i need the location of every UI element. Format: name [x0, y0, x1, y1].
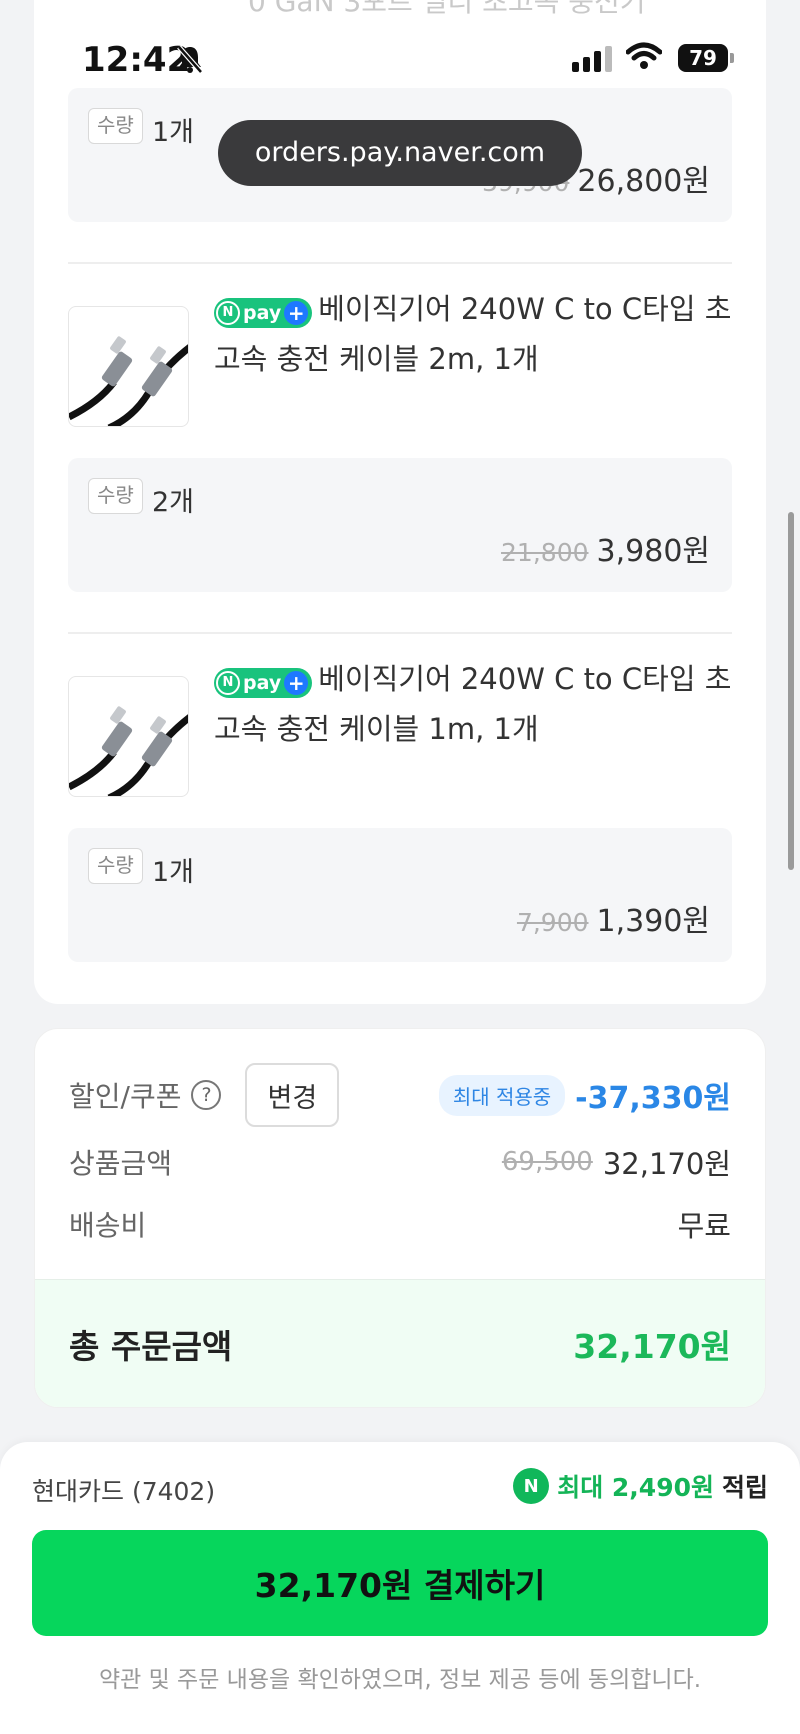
quantity-label: 수량 [88, 478, 143, 514]
points-value: 2,490원 [611, 1473, 714, 1502]
cable-image-icon [69, 336, 188, 426]
shipping-row: 배송비 무료 [69, 1203, 731, 1245]
sale-price: 26,800원 [577, 164, 710, 199]
discount-row: 할인/쿠폰 ? 변경 최대 적용중 -37,330원 [69, 1063, 731, 1127]
screen: 0 GaN 3포트 멀티 초고속 충전기 수량 1개 39,900 26,800… [0, 0, 800, 1734]
points-prefix: 최대 [557, 1473, 612, 1502]
price-line: 21,800 3,980원 [501, 526, 710, 570]
sale-price: 3,980원 [596, 534, 710, 569]
sale-price: 1,390원 [596, 904, 710, 939]
question-mark-icon[interactable]: ? [191, 1080, 222, 1110]
n-icon: N [216, 301, 240, 325]
order-summary-card: 할인/쿠폰 ? 변경 최대 적용중 -37,330원 상품금액 69,500 3… [34, 1028, 766, 1408]
pay-button[interactable]: 32,170원 결제하기 [32, 1530, 768, 1636]
item-title[interactable]: 0 GaN 3포트 멀티 초고속 충전기 [248, 0, 646, 20]
price-line: 7,900 1,390원 [517, 896, 710, 940]
original-price: 7,900 [516, 908, 589, 937]
item-thumbnail[interactable] [68, 306, 189, 427]
quantity-box: 수량 2개 21,800 3,980원 [68, 458, 732, 592]
total-area: 총 주문금액 32,170원 [35, 1279, 765, 1407]
npay-plus-badge: N pay + [214, 298, 313, 328]
npay-badge-label: pay [243, 672, 282, 694]
quantity-label: 수량 [88, 848, 143, 884]
item-thumbnail[interactable] [68, 676, 189, 797]
plus-icon: + [284, 671, 309, 695]
url-pill[interactable]: orders.pay.naver.com [218, 120, 582, 186]
product-amount-values: 69,500 32,170원 [502, 1141, 731, 1183]
shipping-value: 무료 [677, 1209, 731, 1243]
plus-icon: + [284, 301, 309, 325]
divider [68, 632, 732, 634]
points-suffix: 적립 [721, 1473, 768, 1502]
points-amount: 최대 2,490원 [557, 1468, 714, 1504]
payment-card-name[interactable]: 현대카드 (7402) [32, 1472, 215, 1508]
change-coupon-button[interactable]: 변경 [245, 1063, 340, 1127]
total-value: 32,170원 [573, 1327, 731, 1366]
bell-slash-icon [177, 45, 203, 74]
quantity-label: 수량 [88, 108, 143, 144]
item-title[interactable]: N pay + 베이직기어 240W C to C타입 초고속 충전 케이블 1… [214, 654, 734, 754]
wifi-icon [626, 42, 662, 69]
status-time: 12:42 [82, 40, 191, 80]
cellular-signal-icon [572, 46, 612, 72]
total-label: 총 주문금액 [69, 1327, 233, 1366]
original-price: 21,800 [501, 538, 589, 567]
discount-value-group: 최대 적용중 -37,330원 [438, 1073, 731, 1117]
shipping-label: 배송비 [69, 1209, 147, 1242]
quantity-box: 수량 1개 7,900 1,390원 [68, 828, 732, 962]
quantity-value: 1개 [152, 857, 195, 888]
npay-plus-badge: N pay + [214, 668, 313, 698]
points-info: N 최대 2,490원 적립 [513, 1468, 768, 1504]
quantity-value: 2개 [152, 487, 195, 518]
divider [68, 262, 732, 264]
scrollbar[interactable] [788, 512, 794, 870]
discount-label: 할인/쿠폰 [69, 1080, 182, 1113]
terms-notice: 약관 및 주문 내용을 확인하였으며, 정보 제공 등에 동의합니다. [98, 1667, 702, 1693]
product-amount-label: 상품금액 [69, 1147, 173, 1180]
discount-label-group: 할인/쿠폰 ? 변경 [69, 1063, 340, 1127]
product-amount-value: 32,170원 [602, 1147, 731, 1181]
payment-bottom-sheet: 현대카드 (7402) N 최대 2,490원 적립 32,170원 결제하기 … [0, 1442, 800, 1734]
product-amount-row: 상품금액 69,500 32,170원 [69, 1141, 731, 1183]
n-icon: N [216, 671, 240, 695]
item-title[interactable]: N pay + 베이직기어 240W C to C타입 초고속 충전 케이블 2… [214, 284, 734, 384]
product-original-amount: 69,500 [501, 1147, 593, 1177]
quantity-value: 1개 [152, 117, 195, 148]
discount-value: -37,330원 [575, 1081, 731, 1116]
cable-image-icon [69, 706, 188, 796]
npay-badge-label: pay [243, 302, 282, 324]
battery-tip [730, 53, 734, 63]
battery-icon: 79 [678, 44, 728, 72]
max-applied-badge: 최대 적용중 [438, 1074, 566, 1116]
naver-points-icon: N [513, 1468, 550, 1504]
